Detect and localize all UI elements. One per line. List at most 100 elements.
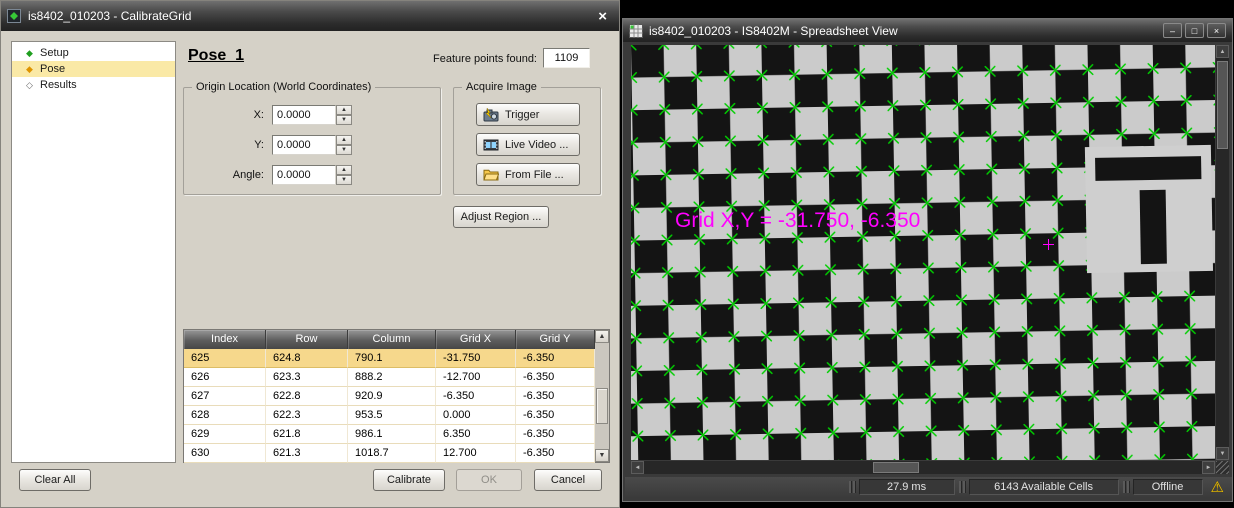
adjust-region-button[interactable]: Adjust Region ... — [453, 206, 549, 228]
from-file-button[interactable]: From File ... — [476, 163, 580, 186]
column-header-grid-y[interactable]: Grid Y — [516, 330, 595, 349]
table-cell: -6.350 — [516, 406, 595, 425]
table-row[interactable]: 627 622.8 920.9 -6.350 -6.350 — [184, 387, 595, 406]
table-cell: -6.350 — [516, 387, 595, 406]
table-cell: 628 — [184, 406, 266, 425]
connection-status: Offline — [1133, 479, 1203, 495]
table-scrollbar[interactable]: ▲ ▼ — [595, 330, 609, 462]
table-row[interactable]: 626 623.3 888.2 -12.700 -6.350 — [184, 368, 595, 387]
status-bar: 27.9 ms 6143 Available Cells Offline ⚠ — [625, 477, 1232, 497]
table-cell: 624.8 — [266, 349, 348, 368]
image-horizontal-scrollbar[interactable]: ◄ ► — [631, 461, 1215, 474]
table-cell: 621.8 — [266, 425, 348, 444]
warning-icon[interactable]: ⚠ — [1211, 478, 1224, 496]
table-cell: 623.3 — [266, 368, 348, 387]
table-cell: 626 — [184, 368, 266, 387]
y-spin-up-button[interactable]: ▲ — [336, 135, 352, 145]
scroll-up-icon[interactable]: ▲ — [595, 330, 609, 343]
table-cell: 986.1 — [348, 425, 436, 444]
table-row[interactable]: 630 621.3 1018.7 12.700 -6.350 — [184, 444, 595, 463]
ok-button[interactable]: OK — [456, 469, 522, 491]
x-input[interactable]: 0.0000 ▲ ▼ — [272, 105, 352, 125]
angle-spin-down-button[interactable]: ▼ — [336, 175, 352, 185]
column-header-grid-x[interactable]: Grid X — [436, 330, 516, 349]
calibration-grid-image — [631, 45, 1215, 460]
scroll-right-icon[interactable]: ► — [1202, 461, 1215, 474]
scroll-up-icon[interactable]: ▲ — [1216, 45, 1229, 58]
cancel-button[interactable]: Cancel — [534, 469, 602, 491]
table-cell: 0.000 — [436, 406, 516, 425]
table-cell: -6.350 — [436, 387, 516, 406]
table-cell: -6.350 — [516, 444, 595, 463]
table-cell: 622.8 — [266, 387, 348, 406]
calibration-image-view[interactable]: Grid X,Y = -31.750, -6.350 — [631, 45, 1215, 460]
table-cell: 1018.7 — [348, 444, 436, 463]
table-row[interactable]: 628 622.3 953.5 0.000 -6.350 — [184, 406, 595, 425]
y-input[interactable]: 0.0000 ▲ ▼ — [272, 135, 352, 155]
table-cell: 953.5 — [348, 406, 436, 425]
close-icon[interactable]: × — [1207, 23, 1226, 38]
status-separator — [1123, 481, 1129, 493]
table-cell: 630 — [184, 444, 266, 463]
column-header-row[interactable]: Row — [266, 330, 348, 349]
table-cell: 920.9 — [348, 387, 436, 406]
live-video-icon — [483, 137, 499, 153]
tree-item-pose[interactable]: ◆ Pose — [12, 61, 175, 77]
table-cell: -6.350 — [516, 349, 595, 368]
table-cell: 625 — [184, 349, 266, 368]
origin-location-group: Origin Location (World Coordinates) X: 0… — [183, 87, 441, 195]
feature-point-table: Index Row Column Grid X Grid Y 625 624.8… — [183, 329, 610, 463]
y-value[interactable]: 0.0000 — [272, 135, 336, 155]
table-cell: -6.350 — [516, 425, 595, 444]
acquisition-time-status: 27.9 ms — [859, 479, 955, 495]
from-file-button-label: From File ... — [505, 169, 564, 181]
x-spin-up-button[interactable]: ▲ — [336, 105, 352, 115]
live-video-button[interactable]: Live Video ... — [476, 133, 580, 156]
table-cell: 6.350 — [436, 425, 516, 444]
tree-item-label: Setup — [40, 47, 69, 59]
desktop: is8402_010203 - CalibrateGrid × ◆ Setup … — [0, 0, 1234, 508]
pose-diamond-icon: ◆ — [26, 64, 40, 75]
scroll-down-icon[interactable]: ▼ — [1216, 447, 1229, 460]
angle-input[interactable]: 0.0000 ▲ ▼ — [272, 165, 352, 185]
calibrate-button[interactable]: Calibrate — [373, 469, 445, 491]
minimize-icon[interactable]: – — [1163, 23, 1182, 38]
angle-value[interactable]: 0.0000 — [272, 165, 336, 185]
table-cell: 12.700 — [436, 444, 516, 463]
pose-heading: Pose 1 — [188, 47, 244, 65]
acquire-image-group: Acquire Image Trigger — [453, 87, 601, 195]
scroll-left-icon[interactable]: ◄ — [631, 461, 644, 474]
close-icon[interactable]: × — [592, 8, 613, 25]
y-spin-down-button[interactable]: ▼ — [336, 145, 352, 155]
resize-grip[interactable] — [1216, 461, 1229, 474]
table-row[interactable]: 629 621.8 986.1 6.350 -6.350 — [184, 425, 595, 444]
scroll-down-icon[interactable]: ▼ — [595, 449, 609, 462]
x-field-row: X: 0.0000 ▲ ▼ — [184, 105, 440, 125]
table-row[interactable]: 625 624.8 790.1 -31.750 -6.350 — [184, 349, 595, 368]
step-tree: ◆ Setup ◆ Pose ◇ Results — [11, 41, 176, 463]
table-header-row: Index Row Column Grid X Grid Y — [184, 330, 595, 349]
scrollbar-thumb[interactable] — [873, 462, 919, 473]
tree-item-results[interactable]: ◇ Results — [12, 77, 175, 93]
angle-label: Angle: — [184, 169, 272, 181]
scrollbar-thumb[interactable] — [596, 388, 608, 424]
x-spin-down-button[interactable]: ▼ — [336, 115, 352, 125]
clear-all-button[interactable]: Clear All — [19, 469, 91, 491]
x-value[interactable]: 0.0000 — [272, 105, 336, 125]
app-icon — [7, 9, 22, 24]
column-header-index[interactable]: Index — [184, 330, 266, 349]
setup-diamond-icon: ◆ — [26, 48, 40, 59]
table-cell: 888.2 — [348, 368, 436, 387]
feature-points-label: Feature points found: — [369, 53, 537, 65]
status-separator — [849, 481, 855, 493]
trigger-button[interactable]: Trigger — [476, 103, 580, 126]
column-header-column[interactable]: Column — [348, 330, 436, 349]
image-vertical-scrollbar[interactable]: ▲ ▼ — [1216, 45, 1229, 460]
spreadsheet-titlebar[interactable]: is8402_010203 - IS8402M - Spreadsheet Vi… — [623, 19, 1232, 42]
angle-spin-up-button[interactable]: ▲ — [336, 165, 352, 175]
table-cell: -31.750 — [436, 349, 516, 368]
calibrate-titlebar[interactable]: is8402_010203 - CalibrateGrid × — [1, 1, 619, 31]
maximize-icon[interactable]: □ — [1185, 23, 1204, 38]
scrollbar-thumb[interactable] — [1217, 61, 1228, 149]
tree-item-setup[interactable]: ◆ Setup — [12, 45, 175, 61]
